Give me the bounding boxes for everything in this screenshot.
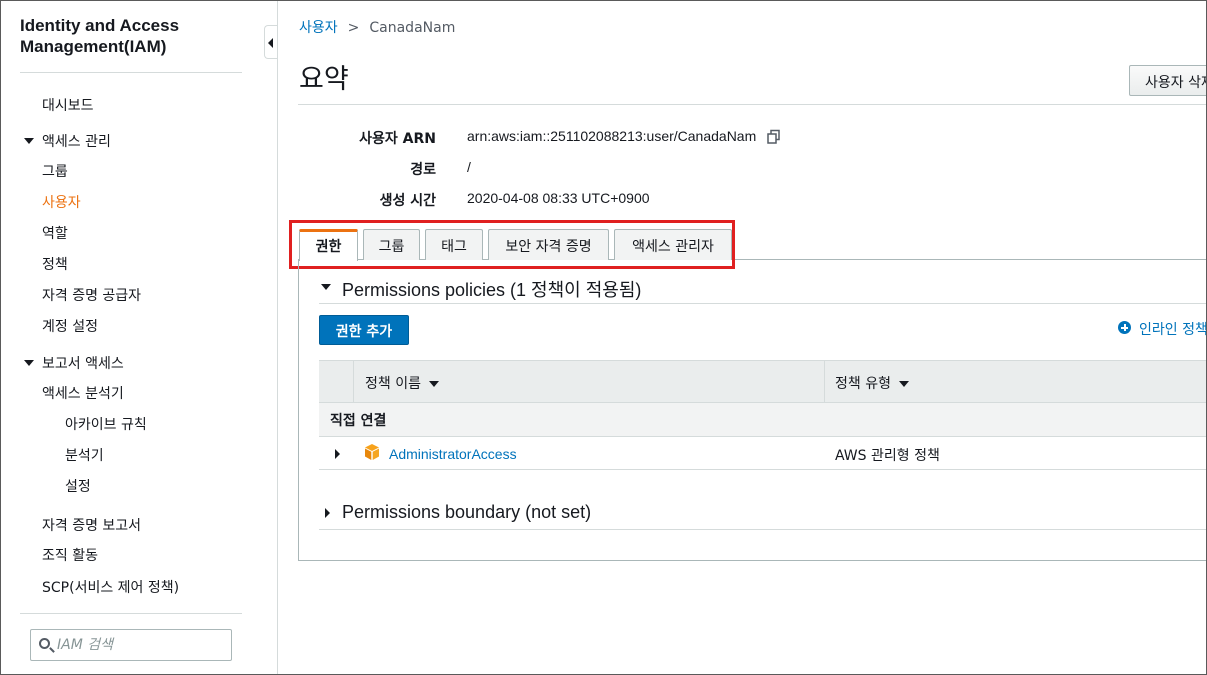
sidebar-item-analyzer-settings[interactable]: 설정 (65, 476, 91, 496)
sidebar-item-account-settings[interactable]: 계정 설정 (42, 316, 98, 336)
sidebar-item-archive-rules[interactable]: 아카이브 규칙 (65, 414, 147, 434)
chevron-down-icon[interactable] (24, 360, 34, 366)
iam-search-box[interactable] (30, 629, 232, 661)
group-row-directly-attached: 직접 연결 (319, 403, 1206, 437)
chevron-left-icon (268, 38, 273, 48)
sidebar-item-scp[interactable]: SCP(서비스 제어 정책) (42, 577, 179, 597)
chevron-down-icon[interactable] (321, 284, 331, 290)
column-header-label: 정책 이름 (365, 376, 421, 392)
sidebar-item-identity-providers[interactable]: 자격 증명 공급자 (42, 285, 141, 305)
sidebar-divider (20, 613, 242, 614)
sidebar-item-access-analyzer[interactable]: 액세스 분석기 (42, 383, 124, 403)
sidebar-section-access-reports[interactable]: 보고서 액세스 (42, 353, 124, 373)
section-divider (319, 303, 1206, 304)
section-divider (319, 529, 1206, 530)
breadcrumb-users-link[interactable]: 사용자 (299, 20, 338, 36)
sidebar-item-dashboard[interactable]: 대시보드 (42, 95, 94, 115)
add-inline-policy-link[interactable]: 인라인 정책 추가 (1139, 319, 1206, 339)
title-divider (298, 104, 1206, 105)
column-divider (824, 361, 825, 403)
sidebar: Identity and Access Management(IAM) 대시보드… (1, 1, 263, 674)
permissions-boundary-title[interactable]: Permissions boundary (not set) (342, 502, 591, 523)
column-header-policy-type[interactable]: 정책 유형 (835, 373, 909, 393)
creation-time-value: 2020-04-08 08:33 UTC+0900 (467, 190, 650, 206)
sort-down-icon (898, 381, 909, 387)
column-header-policy-name[interactable]: 정책 이름 (365, 373, 439, 393)
sidebar-collapse-button[interactable] (264, 25, 278, 59)
breadcrumb: 사용자 > CanadaNam (299, 17, 455, 37)
add-circle-icon (1118, 321, 1131, 334)
sidebar-divider (20, 72, 242, 73)
creation-time-label: 생성 시간 (379, 193, 436, 209)
column-divider (353, 361, 354, 403)
table-header: 정책 이름 정책 유형 (319, 360, 1206, 403)
sidebar-item-groups[interactable]: 그룹 (42, 161, 68, 181)
expand-row-icon[interactable] (335, 449, 340, 459)
chevron-right-icon[interactable] (325, 508, 330, 518)
sidebar-item-organization-activity[interactable]: 조직 활동 (42, 545, 98, 565)
sidebar-item-roles[interactable]: 역할 (42, 223, 68, 243)
table-row: AdministratorAccess AWS 관리형 정책 (319, 437, 1206, 470)
managed-policy-icon (365, 444, 379, 460)
copy-icon[interactable] (766, 129, 782, 145)
search-icon (39, 638, 50, 649)
path-value: / (467, 159, 471, 175)
search-input[interactable] (57, 635, 227, 655)
sidebar-item-credential-report[interactable]: 자격 증명 보고서 (42, 515, 141, 535)
app-window: Identity and Access Management(IAM) 대시보드… (0, 0, 1207, 675)
sort-down-icon (428, 381, 439, 387)
chevron-down-icon[interactable] (24, 138, 34, 144)
main-content: 사용자 > CanadaNam 요약 사용자 삭제 사용자 ARN arn:aws:… (278, 1, 1206, 674)
sidebar-section-access-management[interactable]: 액세스 관리 (42, 131, 111, 151)
path-label: 경로 (410, 162, 436, 178)
sidebar-item-analyzers[interactable]: 분석기 (65, 445, 104, 465)
breadcrumb-current: CanadaNam (369, 20, 456, 36)
page-title: 요약 (299, 64, 349, 95)
delete-user-button[interactable]: 사용자 삭제 (1129, 65, 1206, 96)
column-header-label: 정책 유형 (835, 376, 891, 392)
user-arn-value: arn:aws:iam::251102088213:user/CanadaNam (467, 128, 757, 144)
sidebar-item-policies[interactable]: 정책 (42, 254, 68, 274)
sidebar-title[interactable]: Identity and Access Management(IAM) (20, 15, 242, 57)
breadcrumb-separator: > (347, 20, 360, 36)
policy-name-link[interactable]: AdministratorAccess (389, 446, 517, 462)
permissions-policies-title[interactable]: Permissions policies (1 정책이 적용됨) (342, 276, 641, 302)
user-arn-label: 사용자 ARN (359, 131, 436, 147)
sidebar-item-users[interactable]: 사용자 (42, 192, 81, 212)
add-permissions-button[interactable]: 권한 추가 (319, 315, 409, 345)
policy-type-value: AWS 관리형 정책 (835, 448, 940, 464)
